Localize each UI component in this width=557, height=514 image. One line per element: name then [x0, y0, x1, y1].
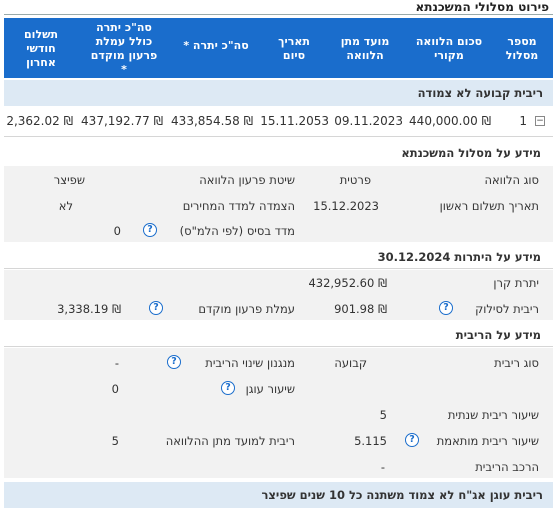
base-index-value: 0	[113, 224, 121, 238]
header-original-amount: סכום הלוואה מקורי	[415, 35, 483, 62]
help-icon[interactable]: ?	[405, 433, 419, 447]
adjusted-rate-label: שיעור ריבית מותאמת	[436, 434, 539, 448]
repayment-method-value: שפיצר	[53, 173, 85, 187]
rate-at-loan-value: 5	[111, 434, 119, 448]
track-band: ריבית קבועה לא צמודה	[4, 80, 553, 106]
track-number: 1	[519, 114, 527, 128]
header-loan-date: מועד מתן הלוואה	[340, 35, 390, 62]
track-band-title: ריבית קבועה לא צמודה	[417, 86, 543, 100]
principal-value: ₪ 432,952.60	[308, 276, 387, 290]
divider	[4, 136, 553, 137]
help-icon[interactable]: ?	[439, 301, 453, 315]
page-title: פירוט מסלולי המשכנתא	[415, 0, 549, 14]
first-payment-label: תאריך תשלום ראשון	[439, 199, 539, 213]
index-link-value: לא	[58, 199, 73, 213]
total-with-fee: ₪ 437,192.77	[81, 114, 163, 128]
help-icon[interactable]: ?	[149, 301, 163, 315]
last-payment: ₪ 2,362.02	[6, 114, 73, 128]
help-icon[interactable]: ?	[143, 223, 157, 237]
table-row[interactable]: − 1 ₪ 440,000.00 09.11.2023 15.11.2053 ₪…	[4, 107, 553, 135]
divider	[4, 268, 553, 269]
payoff-interest-value: ₪ 901.98	[334, 302, 387, 316]
early-fee-label: עמלת פרעון מוקדם	[198, 302, 295, 316]
section-heading-track-info: מידע על מסלול המשכנתא	[4, 142, 553, 164]
first-payment-value: 15.12.2023	[313, 199, 379, 213]
total-balance: ₪ 433,854.58	[171, 114, 253, 128]
anchor-rate-label: שיעור עוגן	[245, 382, 295, 396]
original-amount: ₪ 440,000.00	[409, 114, 491, 128]
annual-rate-label: שיעור ריבית שנתית	[447, 408, 539, 422]
composition-label: הרכב הריבית	[475, 460, 539, 474]
loan-type-label: סוג הלוואה	[484, 173, 539, 187]
loan-type-value: פרטית	[339, 173, 371, 187]
anchor-rate-value: 0	[111, 382, 119, 396]
interest-section: סוג ריבית קבועה מנגנון שינוי הריבית ? - …	[4, 348, 553, 478]
change-mechanism-label: מנגנון שינוי הריבית	[205, 356, 295, 370]
composition-value: -	[380, 460, 385, 474]
change-mechanism-value: -	[114, 356, 119, 370]
table-header: מספר מסלול סכום הלוואה מקורי מועד מתן הלווא…	[4, 18, 553, 78]
early-fee-value: ₪ 3,338.19	[57, 302, 121, 316]
end-date: 15.11.2053	[260, 114, 329, 128]
header-total-with-fee: סה"כ יתרה כולל עמלת פרעון מוקדם *	[90, 21, 158, 76]
annual-rate-value: 5	[379, 408, 387, 422]
section-heading-interest: מידע על הריבית	[4, 324, 553, 346]
title-divider	[4, 14, 553, 15]
divider	[4, 346, 553, 347]
index-link-label: הצמדה למדד המחירים	[182, 199, 295, 213]
adjusted-rate-value: 5.115	[354, 434, 387, 448]
loan-date: 09.11.2023	[334, 114, 403, 128]
header-last-payment: תשלום חודשי אחרון	[24, 28, 58, 69]
base-index-label: מדד בסיס (לפי הלמ"ס)	[179, 224, 295, 238]
principal-label: יתרת קרן	[493, 276, 539, 290]
anchor-band-title: ריבית עוגן אג"ח לא צמוד משתנה כל 10 שנים…	[261, 488, 544, 502]
rate-at-loan-label: ריבית למועד מתן ההלוואה	[165, 434, 295, 448]
help-icon[interactable]: ?	[167, 355, 181, 369]
interest-type-label: סוג ריבית	[494, 356, 539, 370]
balances-section: יתרת קרן ₪ 432,952.60 ריבית לסילוק ? ₪ 9…	[4, 270, 553, 320]
track-info-section: סוג הלוואה פרטית שיטת פרעון הלוואה שפיצר…	[4, 166, 553, 242]
header-end-date: תאריך סיום	[278, 35, 310, 62]
repayment-method-label: שיטת פרעון הלוואה	[199, 173, 295, 187]
anchor-band: ריבית עוגן אג"ח לא צמוד משתנה כל 10 שנים…	[4, 482, 553, 508]
header-total-balance: סה"כ יתרה *	[183, 39, 249, 52]
header-track-number: מספר מסלול	[505, 35, 539, 62]
payoff-interest-label: ריבית לסילוק	[475, 302, 539, 316]
help-icon[interactable]: ?	[221, 381, 235, 395]
section-heading-balances: מידע על היתרות 30.12.2024	[4, 246, 553, 268]
collapse-icon[interactable]: −	[535, 116, 545, 126]
interest-type-value: קבועה	[334, 356, 367, 370]
